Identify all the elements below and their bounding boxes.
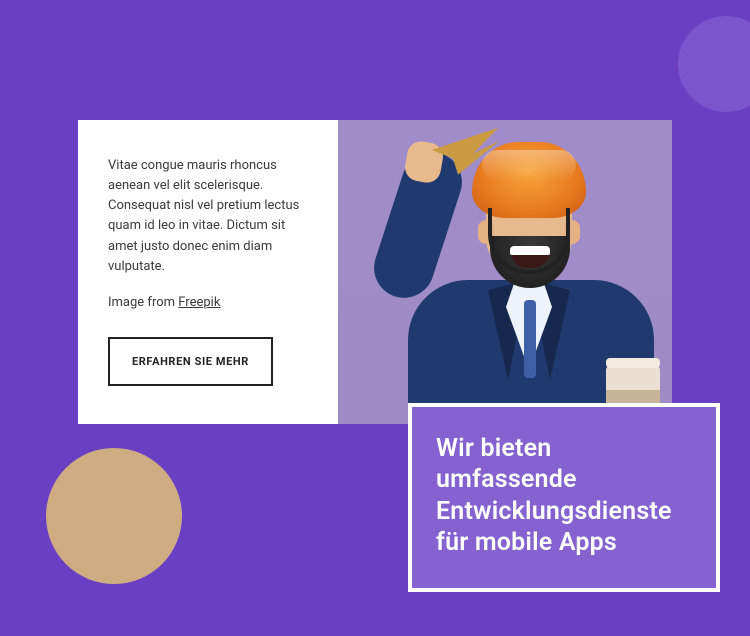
person-tie bbox=[524, 300, 536, 378]
cup-sleeve bbox=[606, 390, 660, 404]
image-credit-prefix: Image from bbox=[108, 295, 178, 310]
image-credit: Image from Freepik bbox=[108, 293, 308, 313]
hero-card: Vitae congue mauris rhoncus aenean vel e… bbox=[78, 120, 672, 424]
decorative-circle-top bbox=[678, 16, 750, 112]
callout-headline: Wir bieten umfassende Entwicklungsdienst… bbox=[436, 433, 692, 558]
card-image-panel bbox=[338, 120, 672, 424]
card-text-panel: Vitae congue mauris rhoncus aenean vel e… bbox=[78, 120, 338, 424]
learn-more-button[interactable]: ERFAHREN SIE MEHR bbox=[108, 337, 273, 386]
card-body-text: Vitae congue mauris rhoncus aenean vel e… bbox=[108, 156, 308, 277]
image-credit-link[interactable]: Freepik bbox=[178, 295, 220, 310]
decorative-circle-bottom bbox=[46, 448, 182, 584]
headline-callout: Wir bieten umfassende Entwicklungsdienst… bbox=[408, 403, 720, 592]
helmet-icon bbox=[472, 142, 586, 218]
